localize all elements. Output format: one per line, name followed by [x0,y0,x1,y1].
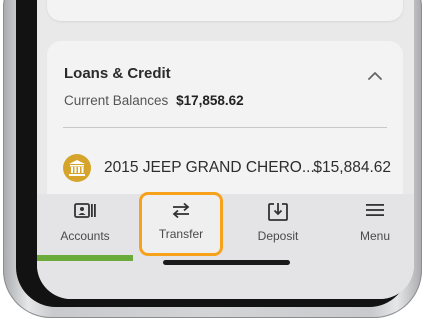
tab-menu[interactable]: Menu [330,194,414,256]
loan-amount: $15,884.62 [313,159,391,176]
divider [63,127,387,128]
deposit-icon [268,203,288,221]
home-indicator[interactable] [163,260,290,265]
tab-transfer-label: Transfer [158,227,204,241]
transfer-arrows-icon [172,202,190,219]
bank-icon [63,154,91,182]
loan-name: 2015 JEEP GRAND CHERO... [104,159,315,176]
balance-label: Current Balances [64,93,169,108]
previous-section-card [47,0,403,21]
app-screen: Loans & Credit Current Balances $17,858.… [37,0,414,299]
loan-account-row[interactable]: 2015 JEEP GRAND CHERO... $15,884.62 [63,151,391,185]
tab-menu-label: Menu [359,229,391,243]
accounts-icon [74,203,96,218]
hamburger-icon [366,204,384,216]
balance-value: $17,858.62 [176,93,244,108]
active-tab-indicator [37,255,133,261]
tab-accounts-label: Accounts [60,229,110,243]
loans-section-title: Loans & Credit [64,65,171,82]
tab-accounts[interactable]: Accounts [37,194,133,256]
tab-deposit[interactable]: Deposit [233,194,323,256]
tab-deposit-label: Deposit [257,229,299,243]
bottom-tab-bar: Accounts Transfer Deposit Menu [37,192,414,299]
chevron-up-icon[interactable] [367,71,383,81]
current-balances: Current Balances $17,858.62 [64,93,244,108]
tab-transfer[interactable]: Transfer [139,192,223,256]
